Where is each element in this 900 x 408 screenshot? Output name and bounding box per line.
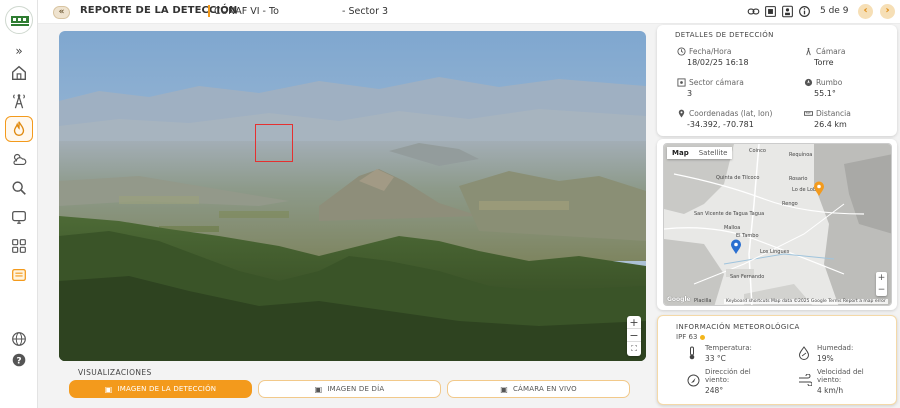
info-icon[interactable] [797, 4, 812, 19]
detection-image-button[interactable]: ▣ IMAGEN DE LA DETECCIÓN [69, 380, 252, 398]
wind-speed: Velocidad del viento: 4 km/h [817, 368, 864, 395]
map-place: Placilla [694, 298, 711, 304]
detection-bounding-box [255, 124, 293, 162]
home-icon[interactable] [5, 60, 33, 86]
share-report-icon[interactable] [780, 4, 795, 19]
map-tab-satellite[interactable]: Satellite [694, 147, 733, 159]
location-map[interactable]: Coinco Requínoa Quinta de Tilcoco Rosari… [663, 143, 892, 306]
detail-distance: Distancia 26.4 km [804, 109, 851, 129]
map-terrain: Coinco Requínoa Quinta de Tilcoco Rosari… [664, 144, 891, 305]
zoom-in-button[interactable]: + [627, 316, 641, 329]
visualizations-label: VISUALIZACIONES [78, 368, 152, 377]
humidity: Humedad: 19% [817, 344, 854, 363]
map-tab-map[interactable]: Map [667, 147, 694, 159]
map-place: Requínoa [789, 151, 812, 158]
map-place: Los Lingues [760, 249, 790, 255]
tower-icon [806, 47, 811, 56]
grid-icon[interactable] [5, 233, 33, 259]
detail-coordinates: Coordenadas (lat, lon) -34.392, -70.781 [677, 109, 772, 129]
map-place: San Vicente de Tagua Tagua [694, 211, 764, 217]
wind-direction: Dirección del viento: 248° [705, 368, 751, 395]
tower-icon[interactable] [5, 88, 33, 114]
sidebar: » ? [0, 0, 38, 408]
detection-image[interactable]: + − ⛶ [59, 31, 646, 361]
title-separator [208, 5, 210, 17]
help-icon[interactable]: ? [5, 347, 33, 373]
detail-datetime: Fecha/Hora 18/02/25 16:18 [677, 47, 749, 67]
ruler-icon [804, 111, 813, 116]
ipf-indicator: IPF 63 [676, 333, 706, 341]
map-place: Rosario [789, 176, 807, 182]
humidity-drop-icon [798, 346, 810, 360]
map-type-tabs: Map Satellite [667, 147, 733, 159]
location-pin-icon [678, 109, 685, 118]
image-icon: ▣ [104, 384, 113, 394]
weather-icon[interactable] [5, 146, 33, 172]
detection-details-panel: DETALLES DE DETECCIÓN Fecha/Hora 18/02/2… [657, 25, 897, 136]
live-camera-button[interactable]: ▣ CÁMARA EN VIVO [447, 380, 630, 398]
link-icon[interactable] [746, 4, 761, 19]
reports-icon[interactable] [5, 262, 33, 288]
landscape-photo [59, 31, 646, 361]
details-title: DETALLES DE DETECCIÓN [675, 31, 774, 39]
weather-title: INFORMACIÓN METEOROLÓGICA [676, 323, 800, 331]
map-place: San Fernando [730, 274, 764, 280]
header-bar: « REPORTE DE LA DETECCIÓN CONAF VI - Tor… [38, 0, 900, 24]
compass-icon [804, 78, 813, 87]
svg-text:?: ? [16, 357, 21, 367]
map-zoom-controls: + − [876, 272, 887, 296]
wind-direction-icon [687, 374, 700, 387]
thermometer-icon [689, 346, 695, 360]
next-detection-button[interactable]: › [880, 4, 895, 19]
temperature: Temperatura: 33 °C [705, 344, 752, 363]
zoom-out-button[interactable]: − [627, 329, 641, 342]
fire-detection-icon[interactable] [5, 116, 33, 142]
map-zoom-in-button[interactable]: + [876, 272, 887, 284]
detail-camera-sector: Sector cámara 3 [677, 78, 744, 98]
redacted-tower-name [279, 6, 334, 17]
sector-name: - Sector 3 [342, 6, 389, 17]
google-logo: Google [667, 296, 691, 303]
weather-info-panel: INFORMACIÓN METEOROLÓGICA IPF 63 Tempera… [657, 315, 897, 405]
page-counter: 5 de 9 [820, 6, 849, 16]
image-icon: ▣ [314, 384, 323, 394]
camera-icon: ▣ [500, 384, 508, 394]
sector-icon [677, 78, 686, 87]
previous-detection-button[interactable]: ‹ [858, 4, 873, 19]
conaf-logo [5, 6, 33, 34]
detail-heading: Rumbo 55.1° [804, 78, 842, 98]
map-zoom-out-button[interactable]: − [876, 284, 887, 296]
gallery-icon[interactable] [763, 4, 778, 19]
map-attribution[interactable]: Keyboard shortcuts Map data ©2025 Google… [724, 299, 888, 304]
map-place: El Tambo [736, 233, 759, 239]
clock-icon [677, 47, 686, 56]
map-place: Coinco [749, 148, 766, 154]
map-place: Rengo [782, 201, 798, 207]
detail-camera: Cámara Torre [804, 47, 845, 67]
monitor-icon[interactable] [5, 204, 33, 230]
map-place: Quinta de Tilcoco [716, 175, 759, 181]
map-place: Malloa [724, 225, 740, 231]
image-zoom-controls: + − ⛶ [627, 316, 641, 356]
fullscreen-button[interactable]: ⛶ [627, 342, 641, 355]
ipf-status-dot [700, 334, 706, 340]
day-image-button[interactable]: ▣ IMAGEN DE DÍA [258, 380, 441, 398]
back-button[interactable]: « [53, 6, 70, 19]
search-icon[interactable] [5, 175, 33, 201]
wind-speed-icon [799, 374, 812, 386]
